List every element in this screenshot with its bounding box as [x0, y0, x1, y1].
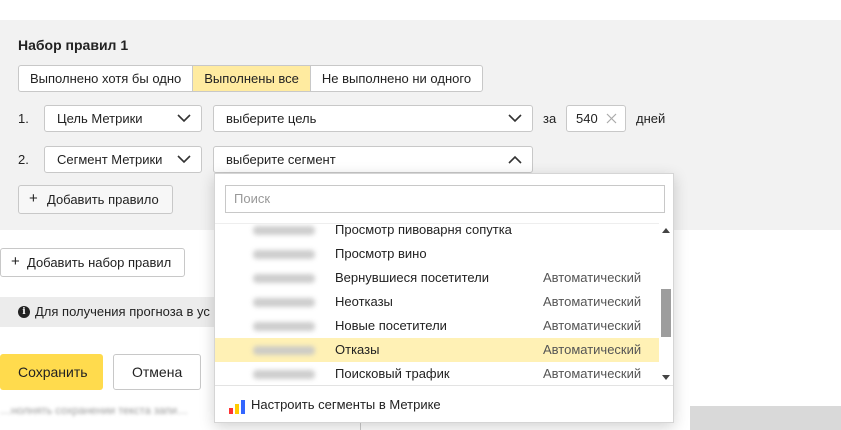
blurred-id	[253, 370, 315, 379]
segment-option-name: Новые посетители	[335, 318, 447, 333]
goal-select-label: выберите цель	[226, 111, 317, 126]
add-ruleset-label: Добавить набор правил	[27, 255, 172, 270]
scroll-down-arrow-icon[interactable]	[662, 375, 670, 380]
cancel-label: Отмена	[132, 364, 183, 380]
add-ruleset-button[interactable]: + Добавить набор правил	[0, 248, 185, 277]
clear-icon[interactable]	[606, 113, 617, 124]
ruleset-title: Набор правил 1	[18, 37, 129, 53]
rule-type-label-2: Сегмент Метрики	[57, 152, 163, 167]
forecast-info-bar: i Для получения прогноза в ус	[0, 297, 215, 327]
segment-option-name: Неотказы	[335, 294, 393, 309]
blurred-id	[253, 274, 315, 283]
days-unit-label: дней	[636, 111, 666, 126]
segment-option-name: Отказы	[335, 342, 380, 357]
footer-faded-text: …нолнять сохранении текста запи…	[0, 405, 189, 417]
blurred-id	[253, 322, 315, 331]
rule-number-2: 2.	[18, 152, 29, 167]
segment-option[interactable]: Просмотр пивоварня сопутка	[215, 223, 659, 242]
blurred-id	[253, 346, 315, 355]
chevron-down-icon	[177, 155, 191, 164]
rule-type-label-1: Цель Метрики	[57, 111, 143, 126]
rule-type-select-2[interactable]: Сегмент Метрики	[44, 146, 202, 173]
footer-grey-block	[690, 406, 841, 430]
segment-list: Просмотр пивоварня сопутка Просмотр вино…	[215, 223, 659, 384]
segment-option-highlighted[interactable]: Отказы Автоматический	[215, 338, 659, 362]
rule-type-select-1[interactable]: Цель Метрики	[44, 105, 202, 132]
segment-option[interactable]: Вернувшиеся посетители Автоматический	[215, 266, 659, 290]
segment-option-kind: Автоматический	[543, 294, 642, 309]
segment-option-name: Вернувшиеся посетители	[335, 270, 490, 285]
segment-option-name: Поисковый трафик	[335, 366, 450, 381]
chevron-down-icon	[177, 114, 191, 123]
chevron-down-icon	[508, 114, 522, 123]
days-input[interactable]: 540	[566, 105, 626, 132]
segment-select-label: выберите сегмент	[226, 152, 336, 167]
scroll-up-arrow-icon[interactable]	[662, 228, 670, 233]
goal-select[interactable]: выберите цель	[213, 105, 533, 132]
mode-none-button[interactable]: Не выполнено ни одного	[311, 66, 482, 91]
segment-option[interactable]: Просмотр вино	[215, 242, 659, 266]
top-area	[0, 0, 841, 20]
segment-option-name: Просмотр вино	[335, 246, 427, 261]
cancel-button[interactable]: Отмена	[113, 354, 201, 390]
mode-all-button[interactable]: Выполнены все	[193, 66, 311, 91]
period-for-label: за	[543, 111, 557, 126]
forecast-info-text: Для получения прогноза в ус	[35, 304, 210, 319]
segment-option-kind: Автоматический	[543, 342, 642, 357]
scrollbar-thumb[interactable]	[661, 289, 671, 337]
days-value: 540	[576, 111, 598, 126]
segment-option[interactable]: Неотказы Автоматический	[215, 290, 659, 314]
plus-icon: +	[29, 190, 38, 207]
mode-any-button[interactable]: Выполнено хотя бы одно	[19, 66, 194, 91]
segment-option-name: Просмотр пивоварня сопутка	[335, 223, 512, 237]
segment-list-scrollbar[interactable]	[659, 223, 673, 384]
save-button[interactable]: Сохранить	[0, 354, 103, 390]
ruleset-mode-switch: Выполнено хотя бы одно Выполнены все Не …	[18, 65, 484, 92]
chevron-up-icon	[508, 155, 522, 164]
plus-icon: +	[11, 253, 20, 270]
add-rule-button[interactable]: + Добавить правило	[18, 185, 173, 214]
add-rule-label: Добавить правило	[47, 192, 159, 207]
segment-option[interactable]: Новые посетители Автоматический	[215, 314, 659, 338]
metrika-icon	[229, 400, 245, 414]
save-label: Сохранить	[18, 364, 88, 380]
segment-option-kind: Автоматический	[543, 318, 642, 333]
configure-segments-label: Настроить сегменты в Метрике	[251, 397, 441, 412]
rule-number-1: 1.	[18, 111, 29, 126]
blurred-id	[253, 226, 315, 235]
info-icon: i	[18, 306, 30, 318]
blurred-id	[253, 250, 315, 259]
configure-segments-link[interactable]: Настроить сегменты в Метрике	[215, 385, 673, 423]
segment-dropdown: Поиск Просмотр пивоварня сопутка Просмот…	[214, 173, 674, 423]
segment-select[interactable]: выберите сегмент	[213, 146, 533, 173]
segment-search-input[interactable]: Поиск	[225, 185, 665, 213]
segment-option[interactable]: Поисковый трафик Автоматический	[215, 362, 659, 384]
segment-option-kind: Автоматический	[543, 270, 642, 285]
search-placeholder: Поиск	[234, 191, 271, 206]
blurred-id	[253, 298, 315, 307]
segment-option-kind: Автоматический	[543, 366, 642, 381]
